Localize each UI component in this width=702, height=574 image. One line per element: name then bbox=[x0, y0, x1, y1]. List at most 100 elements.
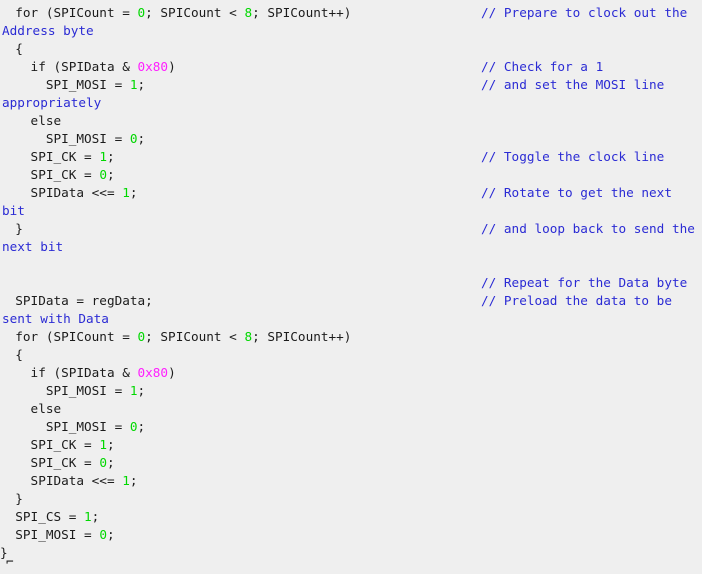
code-token-plain: else bbox=[0, 113, 62, 128]
code-token-plain: if (SPIData & bbox=[0, 365, 138, 380]
code-token-plain: ; bbox=[137, 131, 146, 146]
inline-comment: // Prepare to clock out the bbox=[481, 5, 688, 20]
code-token-plain: ; bbox=[106, 149, 115, 164]
code-line[interactable]: if (SPIData & 0x80) bbox=[0, 364, 702, 382]
code-line[interactable]: SPIData <<= 1; bbox=[0, 472, 702, 490]
code-line[interactable]: { bbox=[0, 40, 702, 58]
code-token-plain: SPI_MOSI = bbox=[0, 383, 130, 398]
code-token-plain: ; bbox=[106, 455, 115, 470]
code-text: SPIData = regData; bbox=[0, 292, 153, 310]
code-text: SPI_CK = 1; bbox=[0, 436, 115, 454]
code-line[interactable]: else bbox=[0, 400, 702, 418]
code-line[interactable] bbox=[0, 256, 702, 274]
code-token-plain: ; bbox=[137, 419, 146, 434]
code-text: SPI_MOSI = 0; bbox=[0, 526, 115, 544]
code-line[interactable]: // Repeat for the Data byte bbox=[0, 274, 702, 292]
code-text: if (SPIData & 0x80) bbox=[0, 58, 176, 76]
code-line[interactable]: } // and loop back to send the bbox=[0, 220, 702, 238]
code-line[interactable]: SPI_CK = 1; // Toggle the clock line bbox=[0, 148, 702, 166]
code-text: SPI_MOSI = 0; bbox=[0, 418, 145, 436]
code-text: SPI_MOSI = 1; bbox=[0, 76, 145, 94]
code-line[interactable]: SPI_MOSI = 0; bbox=[0, 526, 702, 544]
code-token-num: 0 bbox=[137, 5, 146, 20]
code-line[interactable]: } bbox=[0, 490, 702, 508]
code-text: } bbox=[0, 220, 23, 238]
code-line[interactable]: SPI_MOSI = 0; bbox=[0, 418, 702, 436]
code-token-plain: ; bbox=[137, 383, 146, 398]
code-line[interactable]: SPIData <<= 1; // Rotate to get the next bbox=[0, 184, 702, 202]
code-token-num: 0 bbox=[129, 131, 138, 146]
code-line[interactable]: SPI_MOSI = 1; bbox=[0, 382, 702, 400]
wrapped-comment-text: appropriately bbox=[2, 95, 102, 110]
code-line[interactable]: for (SPICount = 0; SPICount < 8; SPICoun… bbox=[0, 328, 702, 346]
code-line[interactable]: SPI_CS = 1; bbox=[0, 508, 702, 526]
code-text: for (SPICount = 0; SPICount < 8; SPICoun… bbox=[0, 328, 351, 346]
code-token-num: 1 bbox=[129, 77, 138, 92]
code-line[interactable]: Address byte bbox=[0, 22, 702, 40]
code-token-plain: else bbox=[0, 401, 62, 416]
code-token-plain: ; SPICount++) bbox=[252, 329, 352, 344]
code-text: SPI_CK = 0; bbox=[0, 454, 115, 472]
code-token-plain: ; SPICount < bbox=[145, 5, 245, 20]
code-text: else bbox=[0, 112, 62, 130]
inline-comment: // and set the MOSI line bbox=[481, 77, 665, 92]
code-line[interactable]: for (SPICount = 0; SPICount < 8; SPICoun… bbox=[0, 4, 702, 22]
code-line[interactable]: SPI_CK = 1; bbox=[0, 436, 702, 454]
code-text: SPI_MOSI = 0; bbox=[0, 130, 145, 148]
code-token-plain: ; bbox=[129, 185, 138, 200]
code-text: SPIData <<= 1; bbox=[0, 184, 138, 202]
code-line[interactable]: sent with Data bbox=[0, 310, 702, 328]
code-token-num: 1 bbox=[99, 149, 107, 164]
code-token-num: 0 bbox=[137, 329, 146, 344]
code-token-num: 0 bbox=[99, 455, 107, 470]
code-token-plain: ) bbox=[168, 365, 176, 380]
code-token-plain: ; bbox=[91, 509, 100, 524]
code-text: SPI_CK = 1; bbox=[0, 148, 115, 166]
code-token-num: 0 bbox=[99, 527, 107, 542]
code-token-plain: SPI_CK = bbox=[0, 455, 100, 470]
code-token-plain: SPIData <<= bbox=[0, 473, 123, 488]
code-token-plain: ; bbox=[137, 77, 146, 92]
inline-comment: // Rotate to get the next bbox=[481, 185, 672, 200]
code-line[interactable]: appropriately bbox=[0, 94, 702, 112]
code-line[interactable]: next bit bbox=[0, 238, 702, 256]
wrapped-comment-text: bit bbox=[2, 203, 25, 218]
code-token-plain: ; bbox=[106, 527, 115, 542]
code-token-num: 8 bbox=[244, 329, 253, 344]
code-token-plain: if (SPIData & bbox=[0, 59, 138, 74]
code-line[interactable]: SPI_MOSI = 1; // and set the MOSI line bbox=[0, 76, 702, 94]
code-token-plain: SPI_MOSI = bbox=[0, 527, 100, 542]
code-line[interactable]: SPIData = regData; // Preload the data to… bbox=[0, 292, 702, 310]
code-token-plain: SPIData <<= bbox=[0, 185, 123, 200]
code-token-plain: SPI_CK = bbox=[0, 167, 100, 182]
code-token-hex: 0x80 bbox=[137, 365, 169, 380]
code-lines-container: for (SPICount = 0; SPICount < 8; SPICoun… bbox=[0, 4, 702, 562]
code-text: else bbox=[0, 400, 62, 418]
code-token-plain: { bbox=[0, 41, 23, 56]
code-token-plain: ; SPICount++) bbox=[252, 5, 352, 20]
code-token-plain: SPI_CK = bbox=[0, 437, 100, 452]
code-token-num: 1 bbox=[99, 437, 107, 452]
inline-comment: // Preload the data to be bbox=[481, 293, 672, 308]
code-token-num: 1 bbox=[122, 185, 130, 200]
code-token-plain: SPI_MOSI = bbox=[0, 419, 130, 434]
code-token-plain: ; bbox=[106, 437, 115, 452]
code-listing[interactable]: for (SPICount = 0; SPICount < 8; SPICoun… bbox=[0, 0, 702, 574]
code-token-num: 0 bbox=[99, 167, 107, 182]
code-text: SPI_CK = 0; bbox=[0, 166, 115, 184]
code-line[interactable]: { bbox=[0, 346, 702, 364]
code-token-plain: { bbox=[0, 347, 23, 362]
code-line[interactable]: else bbox=[0, 112, 702, 130]
code-line[interactable]: if (SPIData & 0x80) // Check for a 1 bbox=[0, 58, 702, 76]
code-token-plain: SPI_MOSI = bbox=[0, 77, 130, 92]
code-line[interactable]: bit bbox=[0, 202, 702, 220]
code-line[interactable]: } bbox=[0, 544, 702, 562]
wrapped-comment-text: Address byte bbox=[2, 23, 94, 38]
code-text: if (SPIData & 0x80) bbox=[0, 364, 176, 382]
code-line[interactable]: SPI_CK = 0; bbox=[0, 454, 702, 472]
code-token-plain: } bbox=[0, 491, 23, 506]
code-line[interactable]: SPI_CK = 0; bbox=[0, 166, 702, 184]
code-token-num: 1 bbox=[84, 509, 92, 524]
code-line[interactable]: SPI_MOSI = 0; bbox=[0, 130, 702, 148]
code-text: { bbox=[0, 346, 23, 364]
